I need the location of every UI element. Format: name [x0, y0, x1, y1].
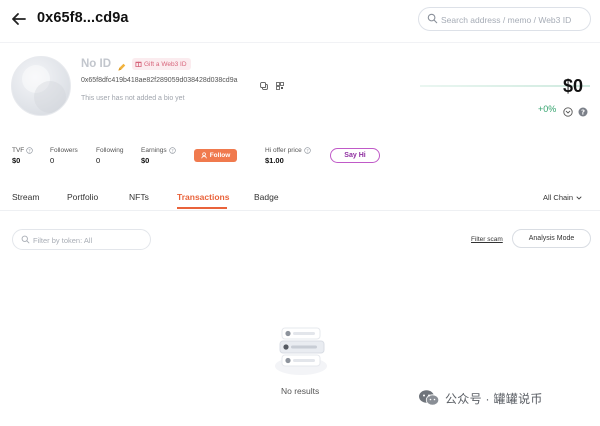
qr-code-icon[interactable] [276, 77, 284, 95]
svg-text:?: ? [581, 108, 585, 116]
search-bar[interactable] [418, 7, 591, 31]
search-input[interactable] [441, 11, 587, 28]
info-icon[interactable]: ? [303, 147, 311, 154]
token-filter-input[interactable] [33, 233, 145, 247]
gift-web3-id-badge[interactable]: Gift a Web3 ID [132, 58, 191, 70]
info-icon[interactable]: ? [168, 147, 176, 154]
header-divider [0, 42, 600, 43]
analysis-mode-button[interactable]: Analysis Mode [512, 229, 591, 248]
hi-offer-label: Hi offer price ? [265, 147, 311, 154]
wallet-address: 0x65f8dfc419b418ae82f289059d038428d038cd… [81, 77, 238, 84]
user-plus-icon [201, 152, 207, 159]
chevron-down-icon [576, 196, 582, 200]
balance-change: +0% [538, 104, 557, 114]
copy-icon[interactable] [260, 77, 268, 95]
chain-selector[interactable]: All Chain [543, 193, 582, 202]
empty-list-icon [272, 322, 330, 383]
back-arrow-icon[interactable] [10, 10, 30, 28]
token-filter[interactable] [12, 229, 151, 250]
earnings-value: $0 [141, 156, 150, 165]
following-label: Following [96, 147, 124, 154]
edit-pencil-icon[interactable] [117, 59, 126, 77]
filter-scam-link[interactable]: Filter scam [471, 236, 503, 243]
tab-nfts[interactable]: NFTs [129, 192, 149, 202]
gift-icon [135, 60, 142, 69]
search-icon [21, 235, 30, 244]
follow-button[interactable]: Follow [194, 149, 237, 162]
followers-value[interactable]: 0 [50, 156, 54, 165]
say-hi-button[interactable]: Say Hi [330, 148, 380, 163]
search-icon [427, 13, 438, 24]
net-worth-value: $0 [563, 76, 584, 96]
help-icon[interactable]: ? [578, 104, 588, 122]
followers-label: Followers [50, 147, 78, 154]
profile-name: No ID [81, 58, 112, 70]
tvf-label: TVF ? [12, 147, 34, 154]
tab-portfolio[interactable]: Portfolio [67, 192, 98, 202]
info-icon[interactable]: ? [26, 147, 34, 154]
page-title: 0x65f8...cd9a [37, 10, 129, 26]
watermark-text: 公众号 · 罐罐说币 [445, 391, 543, 406]
empty-state-text: No results [281, 386, 320, 396]
watermark: 公众号 · 罐罐说币 [418, 389, 543, 407]
tab-stream[interactable]: Stream [12, 192, 39, 202]
following-value[interactable]: 0 [96, 156, 100, 165]
hi-offer-value: $1.00 [265, 156, 284, 165]
avatar [11, 56, 71, 116]
tabs-divider [0, 210, 600, 211]
wechat-icon [419, 390, 440, 406]
profile-bio: This user has not added a bio yet [81, 95, 185, 102]
active-tab-indicator [177, 207, 227, 209]
chevron-down-circle-icon[interactable] [563, 104, 573, 122]
tab-transactions[interactable]: Transactions [177, 192, 229, 202]
tvf-value: $0 [12, 156, 21, 165]
tab-badge[interactable]: Badge [254, 192, 279, 202]
earnings-label: Earnings ? [141, 147, 176, 154]
gift-badge-label: Gift a Web3 ID [144, 60, 187, 68]
